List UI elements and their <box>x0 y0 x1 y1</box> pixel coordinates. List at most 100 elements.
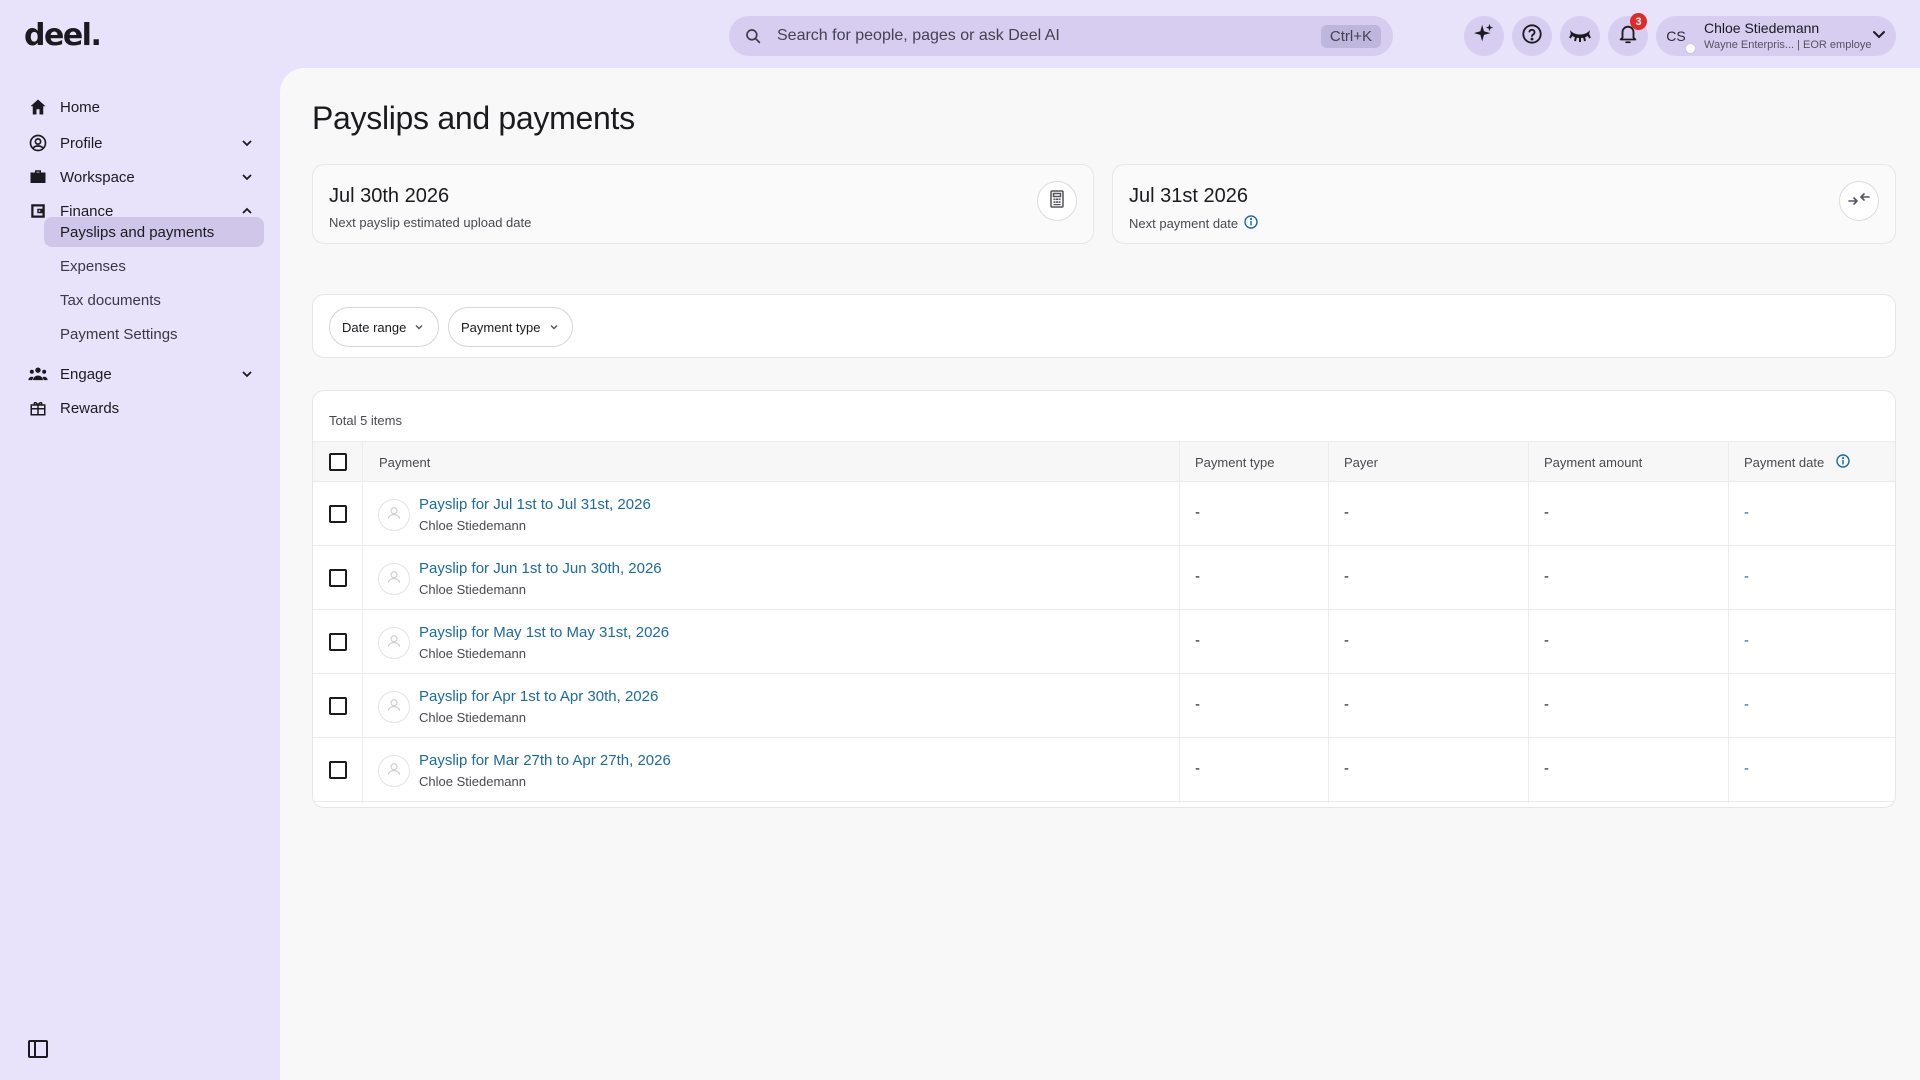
chevron-down-icon <box>240 367 254 381</box>
table-header: Payment Payment type Payer Payment amoun… <box>313 441 1895 482</box>
deel-logo[interactable]: deel. <box>24 18 102 53</box>
payslip-link[interactable]: Payslip for Mar 27th to Apr 27th, 2026 <box>419 752 671 769</box>
column-header-payment-amount[interactable]: Payment amount <box>1544 442 1642 482</box>
payslip-link[interactable]: Payslip for Jun 1st to Jun 30th, 2026 <box>419 560 662 577</box>
search-icon <box>741 24 765 48</box>
row-checkbox[interactable] <box>329 633 347 651</box>
sidebar-toggle-icon <box>27 1040 49 1064</box>
person-avatar <box>378 499 410 531</box>
sidebar-item-rewards[interactable]: Rewards <box>28 393 254 423</box>
next-payslip-caption-text: Next payslip estimated upload date <box>329 215 532 230</box>
column-header-payer[interactable]: Payer <box>1344 442 1378 482</box>
chevron-up-icon <box>240 204 254 218</box>
sidebar-item-workspace[interactable]: Workspace <box>28 162 254 192</box>
payment-transfer-button[interactable] <box>1839 181 1879 221</box>
table-row[interactable]: Payslip for Jul 1st to Jul 31st, 2026 Ch… <box>313 482 1895 546</box>
avatar: CS <box>1660 20 1696 54</box>
sidebar-subitem-payslips-and-payments[interactable]: Payslips and payments <box>44 217 264 247</box>
row-checkbox[interactable] <box>329 761 347 779</box>
sidebar-item-label: Profile <box>60 134 103 152</box>
payslip-person: Chloe Stiedemann <box>419 710 526 725</box>
top-bar: deel. Ctrl+K 3 <box>0 0 1920 68</box>
payment-date-cell[interactable]: - <box>1744 696 1749 713</box>
payment-type-cell: - <box>1195 760 1200 777</box>
next-payment-date: Jul 31st 2026 <box>1129 185 1248 207</box>
search-input[interactable] <box>777 27 1321 45</box>
next-payment-card: Jul 31st 2026 Next payment date <box>1112 164 1896 244</box>
next-payslip-card: Jul 30th 2026 Next payslip estimated upl… <box>312 164 1094 244</box>
row-checkbox[interactable] <box>329 569 347 587</box>
payment-amount-cell: - <box>1544 568 1549 585</box>
column-header-payment-type[interactable]: Payment type <box>1195 442 1275 482</box>
table-row[interactable]: Payslip for Apr 1st to Apr 30th, 2026 Ch… <box>313 674 1895 738</box>
payer-cell: - <box>1344 568 1349 585</box>
payment-date-cell[interactable]: - <box>1744 760 1749 777</box>
person-avatar <box>378 563 410 595</box>
table-row[interactable]: Payslip for Jun 1st to Jun 30th, 2026 Ch… <box>313 546 1895 610</box>
sidebar-subitem-tax-documents[interactable]: Tax documents <box>44 285 264 315</box>
column-header-payment-date[interactable]: Payment date <box>1744 455 1824 470</box>
avatar-initials: CS <box>1666 28 1686 44</box>
payer-cell: - <box>1344 632 1349 649</box>
notifications-button[interactable]: 3 <box>1608 13 1648 56</box>
ai-assistant-button[interactable] <box>1464 16 1504 56</box>
info-icon[interactable] <box>1244 215 1258 232</box>
payslip-link[interactable]: Payslip for Jul 1st to Jul 31st, 2026 <box>419 496 651 513</box>
payslip-link[interactable]: Payslip for May 1st to May 31st, 2026 <box>419 624 669 641</box>
user-name: Chloe Stiedemann <box>1704 21 1820 37</box>
chevron-down-icon <box>414 320 424 335</box>
next-payslip-caption: Next payslip estimated upload date <box>329 215 531 230</box>
sidebar-item-label: Rewards <box>60 399 120 417</box>
row-checkbox[interactable] <box>329 697 347 715</box>
table-row[interactable]: Payslip for Mar 27th to Apr 27th, 2026 C… <box>313 738 1895 802</box>
payment-type-cell: - <box>1195 632 1200 649</box>
collapse-sidebar-button[interactable] <box>27 1038 49 1060</box>
payment-date-cell[interactable]: - <box>1744 504 1749 521</box>
sidebar-subitem-expenses[interactable]: Expenses <box>44 251 264 281</box>
payer-cell: - <box>1344 504 1349 521</box>
sidebar-item-engage[interactable]: Engage <box>28 359 254 389</box>
main-content: Payslips and payments Jul 30th 2026 Next… <box>280 68 1920 1080</box>
briefcase-icon <box>28 167 48 187</box>
sidebar-item-profile[interactable]: Profile <box>28 128 254 158</box>
payments-table: Total 5 items Payment Payment type Payer… <box>312 390 1896 808</box>
payment-date-cell[interactable]: - <box>1744 632 1749 649</box>
payslip-link[interactable]: Payslip for Apr 1st to Apr 30th, 2026 <box>419 688 658 705</box>
sidebar: Home Profile Workspace Finance Payslips … <box>0 68 280 1080</box>
table-row[interactable]: Payslip for May 1st to May 31st, 2026 Ch… <box>313 610 1895 674</box>
column-header-payment[interactable]: Payment <box>379 442 430 482</box>
user-placeholder-icon <box>385 568 403 591</box>
transfer-arrows-icon <box>1848 190 1870 213</box>
total-items-count: Total 5 items <box>329 413 402 428</box>
select-all-checkbox[interactable] <box>329 453 347 471</box>
payslip-person: Chloe Stiedemann <box>419 646 526 661</box>
sidebar-item-label: Engage <box>60 365 112 383</box>
payment-type-cell: - <box>1195 696 1200 713</box>
global-search[interactable]: Ctrl+K <box>729 16 1393 56</box>
info-icon[interactable] <box>1836 453 1850 471</box>
date-range-filter[interactable]: Date range <box>329 307 439 347</box>
date-range-filter-label: Date range <box>342 319 407 335</box>
payer-cell: - <box>1344 760 1349 777</box>
payment-type-filter[interactable]: Payment type <box>448 307 573 347</box>
payment-amount-cell: - <box>1544 760 1549 777</box>
user-placeholder-icon <box>385 760 403 783</box>
notification-count-badge: 3 <box>1630 13 1647 30</box>
payslip-document-button[interactable] <box>1037 181 1077 221</box>
user-menu[interactable]: CS Chloe Stiedemann Wayne Enterpris... |… <box>1656 16 1896 56</box>
help-button[interactable] <box>1512 16 1552 56</box>
payslip-person: Chloe Stiedemann <box>419 774 526 789</box>
calculator-icon <box>1047 189 1067 214</box>
row-checkbox[interactable] <box>329 505 347 523</box>
sidebar-item-home[interactable]: Home <box>28 92 254 122</box>
focus-mode-button[interactable] <box>1560 16 1600 56</box>
payment-type-cell: - <box>1195 568 1200 585</box>
sparkle-icon <box>1473 23 1495 50</box>
person-avatar <box>378 755 410 787</box>
wallet-icon <box>28 201 48 221</box>
sidebar-subitem-payment-settings[interactable]: Payment Settings <box>44 319 264 349</box>
payment-date-cell[interactable]: - <box>1744 568 1749 585</box>
gift-icon <box>28 398 48 418</box>
next-payment-caption: Next payment date <box>1129 215 1258 232</box>
help-icon <box>1521 23 1543 50</box>
